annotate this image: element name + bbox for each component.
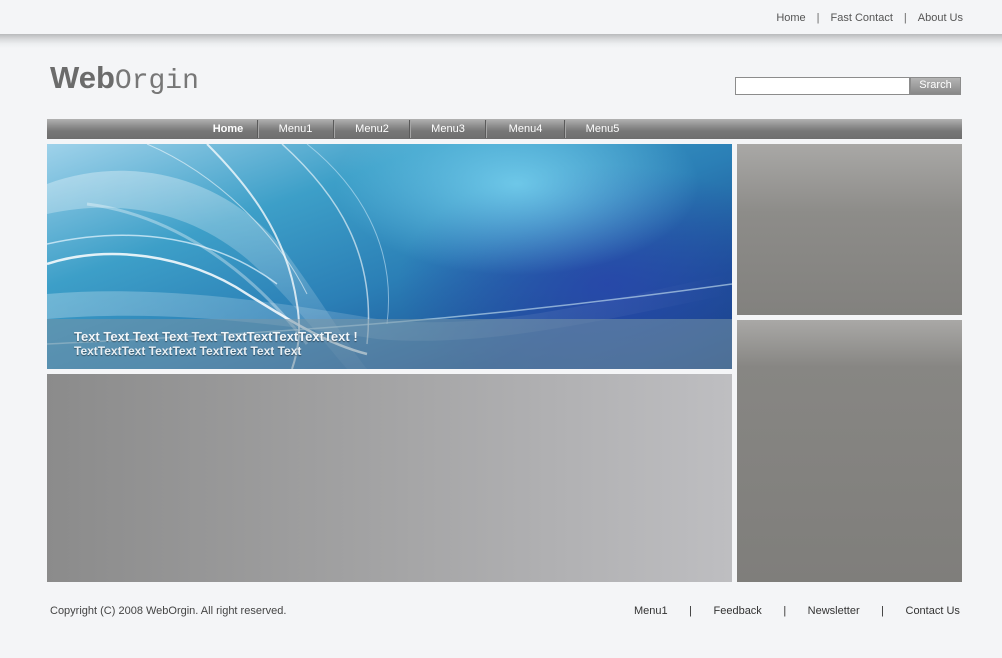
footer-copyright: Copyright (C) 2008 WebOrgin. All right r… (50, 605, 287, 617)
top-link-home[interactable]: Home (776, 12, 805, 24)
footer-link-newsletter[interactable]: Newsletter (808, 605, 860, 617)
main-content-area (47, 374, 732, 582)
hero-headline: Text Text Text Text Text TextTextTextTex… (74, 329, 358, 344)
nav-item-menu2[interactable]: Menu2 (334, 119, 410, 139)
nav-item-menu3[interactable]: Menu3 (410, 119, 486, 139)
footer-link-contact-us[interactable]: Contact Us (906, 605, 960, 617)
hero-banner: Text Text Text Text Text TextTextTextTex… (47, 144, 732, 369)
side-panel-top (737, 144, 962, 315)
top-link-separator: | (816, 12, 820, 24)
nav-item-menu5[interactable]: Menu5 (565, 119, 640, 139)
top-links: Home | Fast Contact | About Us (776, 12, 963, 24)
nav-item-menu4[interactable]: Menu4 (486, 119, 565, 139)
main-nav: Home Menu1 Menu2 Menu3 Menu4 Menu5 (47, 119, 962, 139)
logo-part-web: Web (50, 60, 115, 95)
logo-part-orgin: Orgin (114, 66, 199, 97)
top-bar-shadow (0, 34, 1002, 48)
top-link-fast-contact[interactable]: Fast Contact (831, 12, 893, 24)
search-input[interactable] (735, 77, 910, 95)
footer-separator: | (689, 605, 692, 617)
hero-subheadline: TextTextText TextText TextText Text Text (74, 344, 302, 358)
top-link-separator: | (903, 12, 907, 24)
nav-item-menu1[interactable]: Menu1 (258, 119, 333, 139)
nav-item-home[interactable]: Home (199, 119, 257, 139)
footer-separator: | (881, 605, 884, 617)
footer-links: Menu1 | Feedback | Newsletter | Contact … (634, 605, 960, 617)
footer-separator: | (783, 605, 787, 617)
footer-link-menu1[interactable]: Menu1 (634, 605, 668, 617)
footer-link-feedback[interactable]: Feedback (714, 605, 762, 617)
site-logo[interactable]: WebOrgin (50, 60, 199, 100)
search-button[interactable]: Srarch (910, 77, 961, 95)
top-link-about-us[interactable]: About Us (918, 12, 963, 24)
side-panel-bottom (737, 320, 962, 582)
